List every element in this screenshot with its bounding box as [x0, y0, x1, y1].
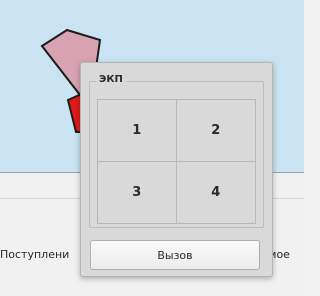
- ekp-button-3[interactable]: 3: [98, 161, 177, 223]
- ekp-group: ЭКП 1 2 3 4: [89, 74, 264, 228]
- group-title: ЭКП: [96, 74, 126, 85]
- ekp-popup: ЭКП 1 2 3 4 Вызов: [80, 62, 273, 277]
- ekp-button-1[interactable]: 1: [98, 100, 177, 162]
- table-column-left: Поступлени: [0, 248, 70, 261]
- ekp-button-2[interactable]: 2: [176, 100, 255, 162]
- ekp-button-4[interactable]: 4: [177, 162, 256, 224]
- ekp-button-grid: 1 2 3 4: [97, 99, 256, 224]
- call-button[interactable]: Вызов: [90, 240, 260, 270]
